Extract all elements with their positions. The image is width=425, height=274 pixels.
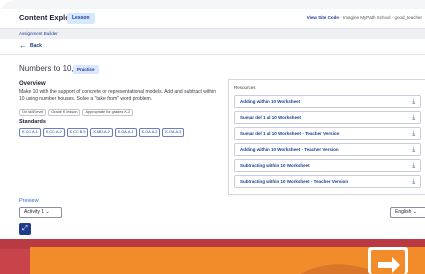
tag-chip: Appropriate for grades K-2 [82,109,134,116]
resources-panel: Resources Adding within 10 Worksheet ⤓ S… [228,79,425,195]
activity-preview-stage[interactable] [0,239,425,274]
app-window: Content Explorer Lesson View Site Code ·… [0,0,425,274]
resource-item[interactable]: Sumar del 1 al 10 Worksheet - Teacher Ve… [234,127,421,140]
resource-label: Subtracting within 10 Worksheet - Teache… [240,179,349,184]
view-site-code-link[interactable]: View Site Code [307,15,339,20]
lesson-badge: Lesson [67,13,95,24]
standard-chip[interactable]: K.CC.B.5 [66,128,89,137]
resource-item[interactable]: Adding within 10 Worksheet ⤓ [234,95,421,108]
breadcrumb: Assignment Builder [0,29,425,39]
standards-heading: Standards [19,119,46,125]
download-icon[interactable]: ⤓ [412,113,415,123]
breadcrumb-assignment-builder[interactable]: Assignment Builder [19,31,58,36]
resource-label: Adding within 10 Worksheet - Teacher Ver… [240,147,339,152]
main-content: Numbers to 10, I Practice Overview Make … [0,55,425,274]
standard-chip[interactable]: K.OA.A.1 [114,128,137,137]
standard-chip[interactable]: K.CC.A.2 [42,128,65,137]
back-bar: ← Back [0,39,425,55]
top-bar: Content Explorer Lesson View Site Code ·… [0,9,425,29]
topbar-info: View Site Code · Imagine MyPath School ·… [307,15,422,20]
activity-illustration [0,239,425,274]
resource-item[interactable]: Subtracting within 10 Worksheet ⤓ [234,159,421,172]
download-icon[interactable]: ⤓ [412,129,415,139]
practice-badge: Practice [73,65,99,74]
resources-heading: Resources [234,85,256,90]
download-icon[interactable]: ⤓ [412,145,415,155]
resource-label: Sumar del 1 al 10 Worksheet - Teacher Ve… [240,131,340,136]
language-select[interactable]: English ⌄ [390,207,425,218]
overview-heading: Overview [19,81,46,87]
resource-label: Adding within 10 Worksheet [240,99,301,104]
resource-item[interactable]: Subtracting within 10 Worksheet - Teache… [234,175,421,188]
download-icon[interactable]: ⤓ [412,177,415,187]
download-icon[interactable]: ⤓ [412,161,415,171]
standard-chip[interactable]: K.OA.A.2 [138,128,161,137]
activity-select[interactable]: Activity 1 ⌄ [19,207,62,218]
standards-list: K.CC.A.1 K.CC.A.2 K.CC.B.5 K.MD.A.2 K.OA… [19,128,185,137]
overview-text: Make 10 with the support of concrete or … [19,89,217,102]
tag-chip: On skill level [19,109,47,116]
resource-label: Subtracting within 10 Worksheet [240,163,310,168]
expand-icon[interactable]: ⤢ [19,223,31,235]
resource-item[interactable]: Adding within 10 Worksheet - Teacher Ver… [234,143,421,156]
back-arrow-icon[interactable]: ← [19,41,27,51]
school-user-text: · Imagine MyPath School · good_teacher [340,15,422,20]
back-button[interactable]: Back [30,43,42,49]
preview-label: Preview [19,198,39,204]
standard-chip[interactable]: K.CC.A.1 [19,128,41,137]
resource-label: Sumar del 1 al 10 Worksheet [240,115,301,120]
standard-chip[interactable]: K.OA.A.3 [162,128,185,137]
lesson-title: Numbers to 10, I [19,64,79,73]
lesson-tags: On skill level Grade K lesson Appropriat… [19,109,134,116]
download-icon[interactable]: ⤓ [412,97,415,107]
tag-chip: Grade K lesson [48,109,81,116]
resource-item[interactable]: Sumar del 1 al 10 Worksheet ⤓ [234,111,421,124]
standard-chip[interactable]: K.MD.A.2 [90,128,113,137]
